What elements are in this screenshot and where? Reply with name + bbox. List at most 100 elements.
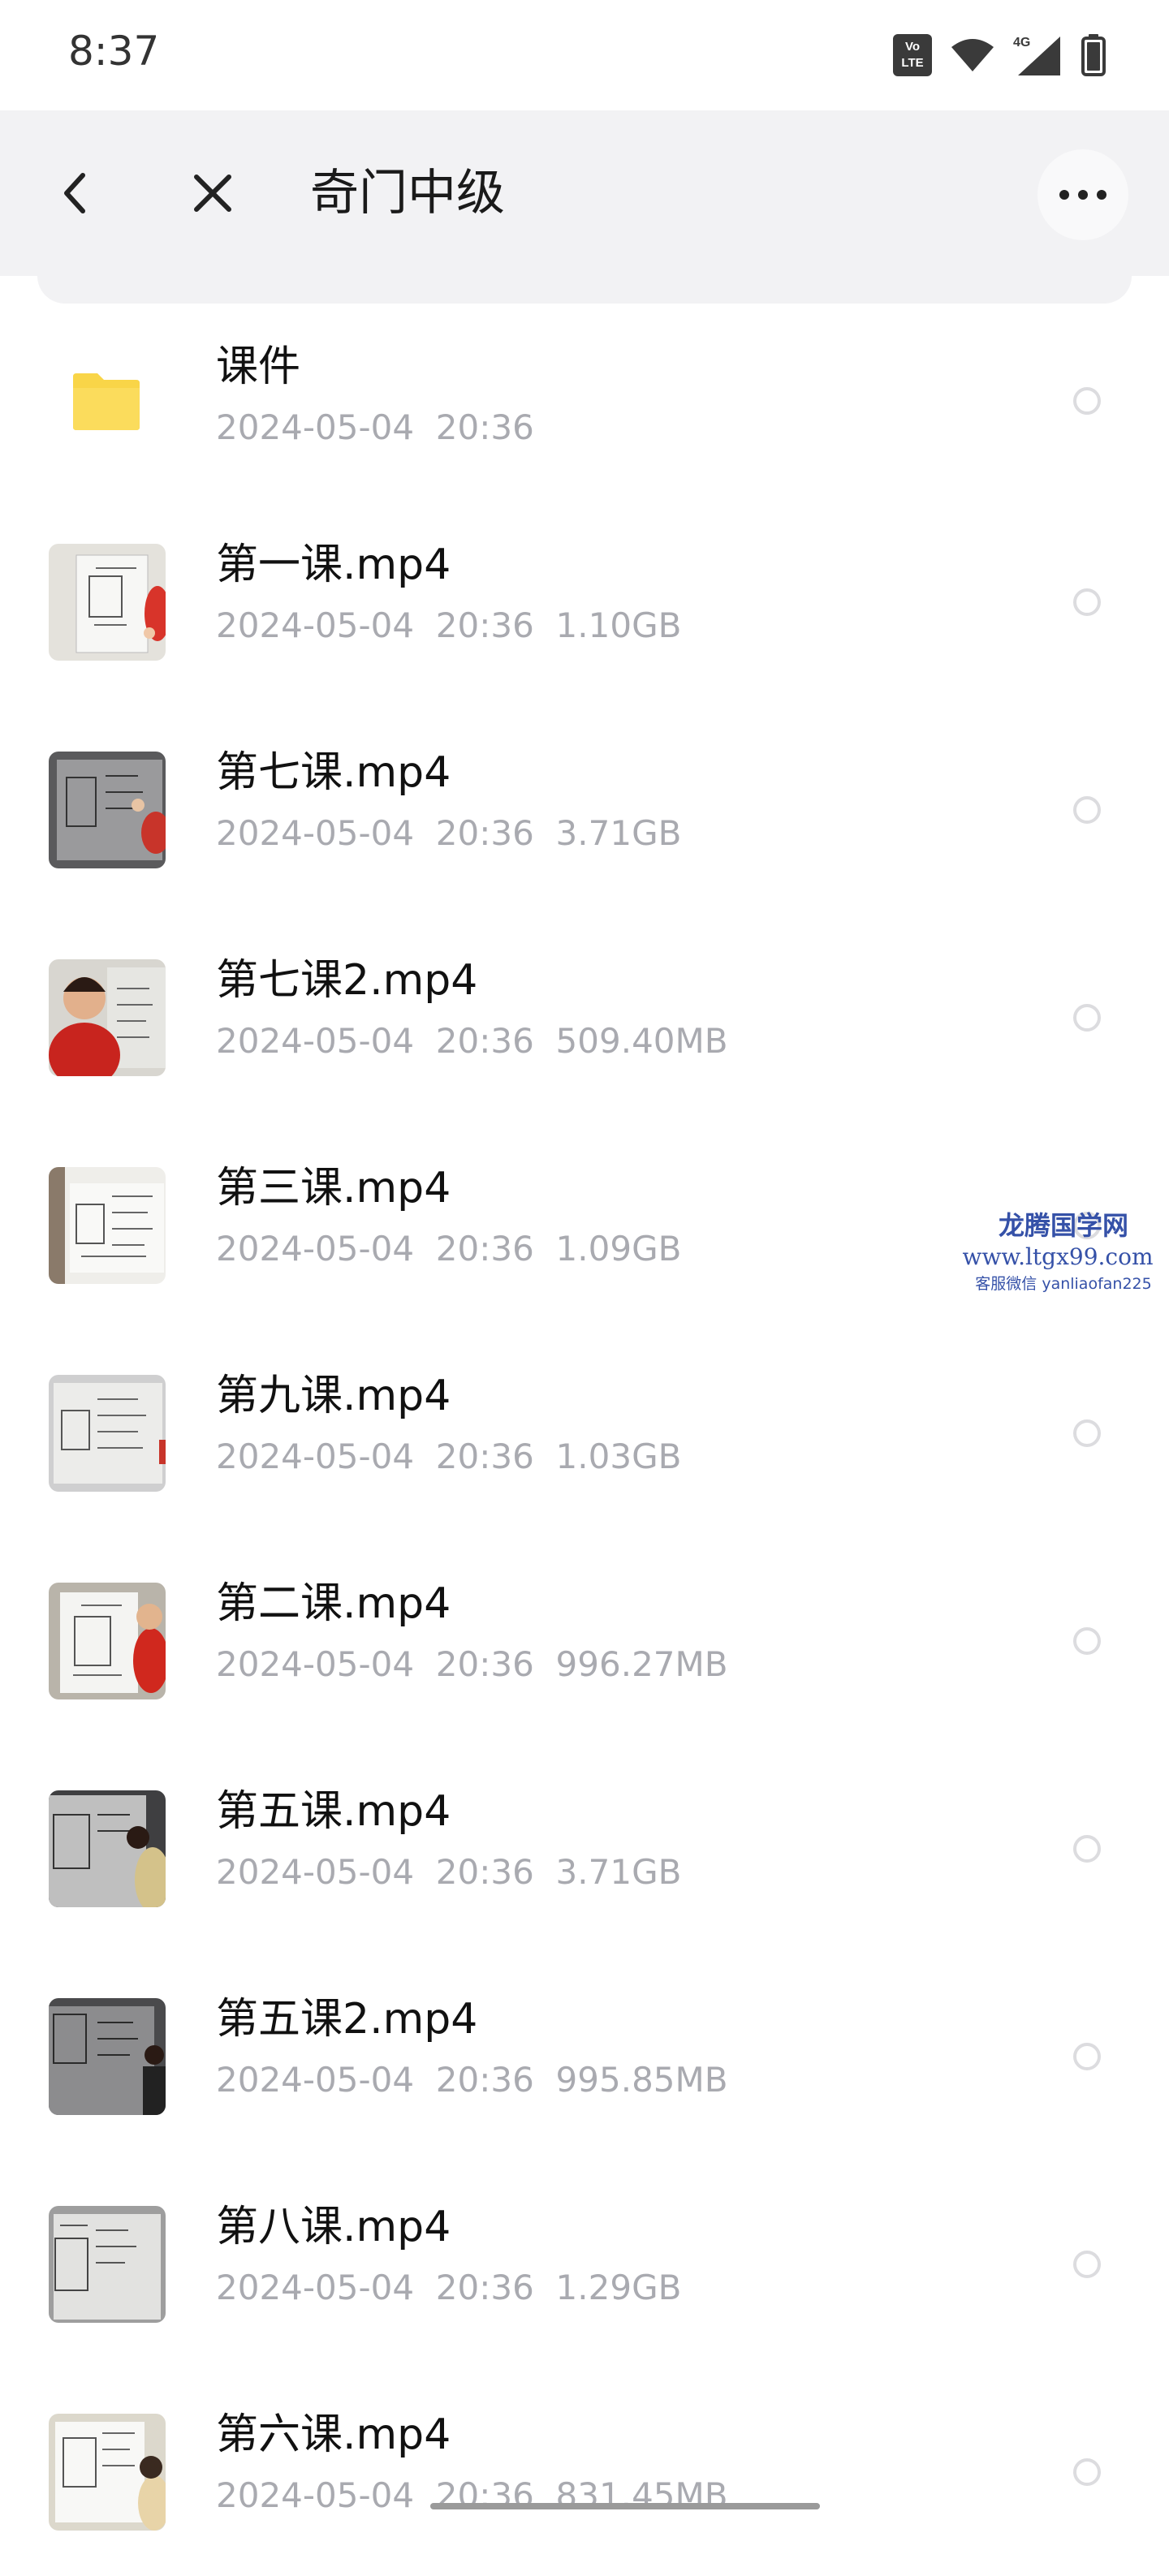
- file-meta: 2024-05-04 20:36 1.29GB: [216, 2266, 681, 2310]
- back-icon[interactable]: [42, 161, 107, 226]
- file-name: 第五课2.mp4: [216, 1995, 478, 2044]
- file-time: 20:36: [435, 1229, 534, 1269]
- file-name: 第五课.mp4: [216, 1787, 451, 1836]
- file-date: 2024-05-04: [216, 1021, 415, 1061]
- file-name: 第八课.mp4: [216, 2203, 451, 2251]
- wifi-icon: [951, 39, 994, 71]
- video-thumbnail: [49, 959, 166, 1076]
- list-item-video[interactable]: 第一课.mp4 2024-05-04 20:36 1.10GB: [0, 498, 1169, 706]
- file-size: 1.29GB: [555, 2268, 682, 2307]
- watermark-url: www.ltgx99.com: [962, 1243, 1154, 1270]
- file-date: 2024-05-04: [216, 1644, 415, 1684]
- file-size: 996.27MB: [555, 1644, 728, 1684]
- close-icon[interactable]: [180, 161, 245, 226]
- file-time: 20:36: [435, 1021, 534, 1061]
- file-meta: 2024-05-04 20:36 3.71GB: [216, 1850, 681, 1894]
- select-radio[interactable]: [1073, 1004, 1101, 1032]
- list-item-video[interactable]: 第二课.mp4 2024-05-04 20:36 996.27MB: [0, 1537, 1169, 1745]
- file-time: 20:36: [435, 2268, 534, 2307]
- list-item-video[interactable]: 第七课.mp4 2024-05-04 20:36 3.71GB: [0, 706, 1169, 914]
- folder-icon: [73, 373, 140, 430]
- file-time: 20:36: [435, 1644, 534, 1684]
- watermark: 龙腾国学网 www.ltgx99.com 客服微信 yanliaofan225: [958, 1209, 1169, 1295]
- file-date: 2024-05-04: [216, 605, 415, 645]
- file-time: 20:36: [435, 2060, 534, 2100]
- file-name: 第七课2.mp4: [216, 956, 478, 1005]
- select-radio[interactable]: [1073, 1627, 1101, 1655]
- select-radio[interactable]: [1073, 796, 1101, 824]
- file-meta: 2024-05-04 20:36 1.10GB: [216, 604, 681, 648]
- file-size: 1.10GB: [555, 605, 682, 645]
- video-thumbnail: [49, 1998, 166, 2115]
- file-meta: 2024-05-04 20:36 996.27MB: [216, 1643, 728, 1686]
- list-item-video[interactable]: 第九课.mp4 2024-05-04 20:36 1.03GB: [0, 1329, 1169, 1537]
- list-item-video[interactable]: 第五课.mp4 2024-05-04 20:36 3.71GB: [0, 1745, 1169, 1953]
- status-time: 8:37: [68, 28, 160, 75]
- file-date: 2024-05-04: [216, 2268, 415, 2307]
- list-item-video[interactable]: 第五课2.mp4 2024-05-04 20:36 995.85MB: [0, 1953, 1169, 2160]
- file-size: 995.85MB: [555, 2060, 728, 2100]
- video-thumbnail: [49, 1790, 166, 1907]
- file-size: 1.09GB: [555, 1229, 682, 1269]
- file-meta: 2024-05-04 20:36 1.03GB: [216, 1435, 681, 1479]
- file-name: 第二课.mp4: [216, 1579, 451, 1628]
- file-meta: 2024-05-04 20:36 831.45MB: [216, 2474, 728, 2518]
- file-name: 课件: [216, 342, 301, 391]
- file-date: 2024-05-04: [216, 1437, 415, 1476]
- select-radio[interactable]: [1073, 2043, 1101, 2070]
- file-time: 20:36: [435, 813, 534, 853]
- file-date: 2024-05-04: [216, 1852, 415, 1892]
- video-thumbnail: [49, 1583, 166, 1699]
- file-date: 2024-05-04: [216, 1229, 415, 1269]
- file-list: 课件 2024-05-04 20:36 第一课.mp4 2024-05-04 2…: [0, 304, 1169, 2576]
- file-size: 3.71GB: [555, 813, 682, 853]
- file-time: 20:36: [435, 407, 534, 447]
- page-title: 奇门中级: [310, 165, 505, 222]
- more-icon[interactable]: [1037, 149, 1128, 240]
- file-time: 20:36: [435, 1437, 534, 1476]
- file-name: 第三课.mp4: [216, 1164, 451, 1213]
- status-icons: Vo LTE 4G: [893, 29, 1106, 81]
- video-thumbnail: [49, 1375, 166, 1492]
- file-meta: 2024-05-04 20:36 3.71GB: [216, 812, 681, 855]
- watermark-contact: 客服微信 yanliaofan225: [975, 1275, 1152, 1293]
- list-item-video[interactable]: 第六课.mp4 2024-05-04 20:36 831.45MB: [0, 2368, 1169, 2576]
- video-thumbnail: [49, 752, 166, 868]
- file-date: 2024-05-04: [216, 2060, 415, 2100]
- select-radio[interactable]: [1073, 2458, 1101, 2486]
- file-date: 2024-05-04: [216, 2475, 415, 2515]
- select-radio[interactable]: [1073, 1835, 1101, 1863]
- file-size: 1.03GB: [555, 1437, 682, 1476]
- file-meta: 2024-05-04 20:36: [216, 406, 534, 450]
- video-thumbnail: [49, 1167, 166, 1284]
- file-name: 第六课.mp4: [216, 2410, 451, 2459]
- battery-icon: [1081, 34, 1106, 76]
- list-item-video[interactable]: 第八课.mp4 2024-05-04 20:36 1.29GB: [0, 2160, 1169, 2368]
- file-date: 2024-05-04: [216, 813, 415, 853]
- list-item-folder[interactable]: 课件 2024-05-04 20:36: [0, 304, 1169, 498]
- select-radio[interactable]: [1073, 387, 1101, 415]
- file-size: 509.40MB: [555, 1021, 728, 1061]
- file-meta: 2024-05-04 20:36 995.85MB: [216, 2058, 728, 2102]
- file-time: 20:36: [435, 1852, 534, 1892]
- file-size: 3.71GB: [555, 1852, 682, 1892]
- status-bar: 8:37 Vo LTE 4G: [0, 0, 1169, 110]
- file-name: 第九课.mp4: [216, 1372, 451, 1420]
- file-time: 20:36: [435, 605, 534, 645]
- file-meta: 2024-05-04 20:36 509.40MB: [216, 1019, 728, 1063]
- header-bottom-edge: [37, 276, 1132, 304]
- signal-4g-icon: 4G: [1013, 36, 1060, 75]
- list-item-video[interactable]: 第七课2.mp4 2024-05-04 20:36 509.40MB: [0, 914, 1169, 1122]
- select-radio[interactable]: [1073, 2251, 1101, 2278]
- file-meta: 2024-05-04 20:36 1.09GB: [216, 1227, 681, 1271]
- file-date: 2024-05-04: [216, 407, 415, 447]
- network-label: 4G: [1013, 36, 1030, 50]
- video-thumbnail: [49, 544, 166, 661]
- file-name: 第七课.mp4: [216, 748, 451, 797]
- select-radio[interactable]: [1073, 588, 1101, 616]
- select-radio[interactable]: [1073, 1419, 1101, 1447]
- volte-icon: Vo LTE: [893, 34, 932, 76]
- video-thumbnail: [49, 2414, 166, 2531]
- title-bar: 奇门中级: [0, 110, 1169, 276]
- home-indicator[interactable]: [430, 2503, 820, 2509]
